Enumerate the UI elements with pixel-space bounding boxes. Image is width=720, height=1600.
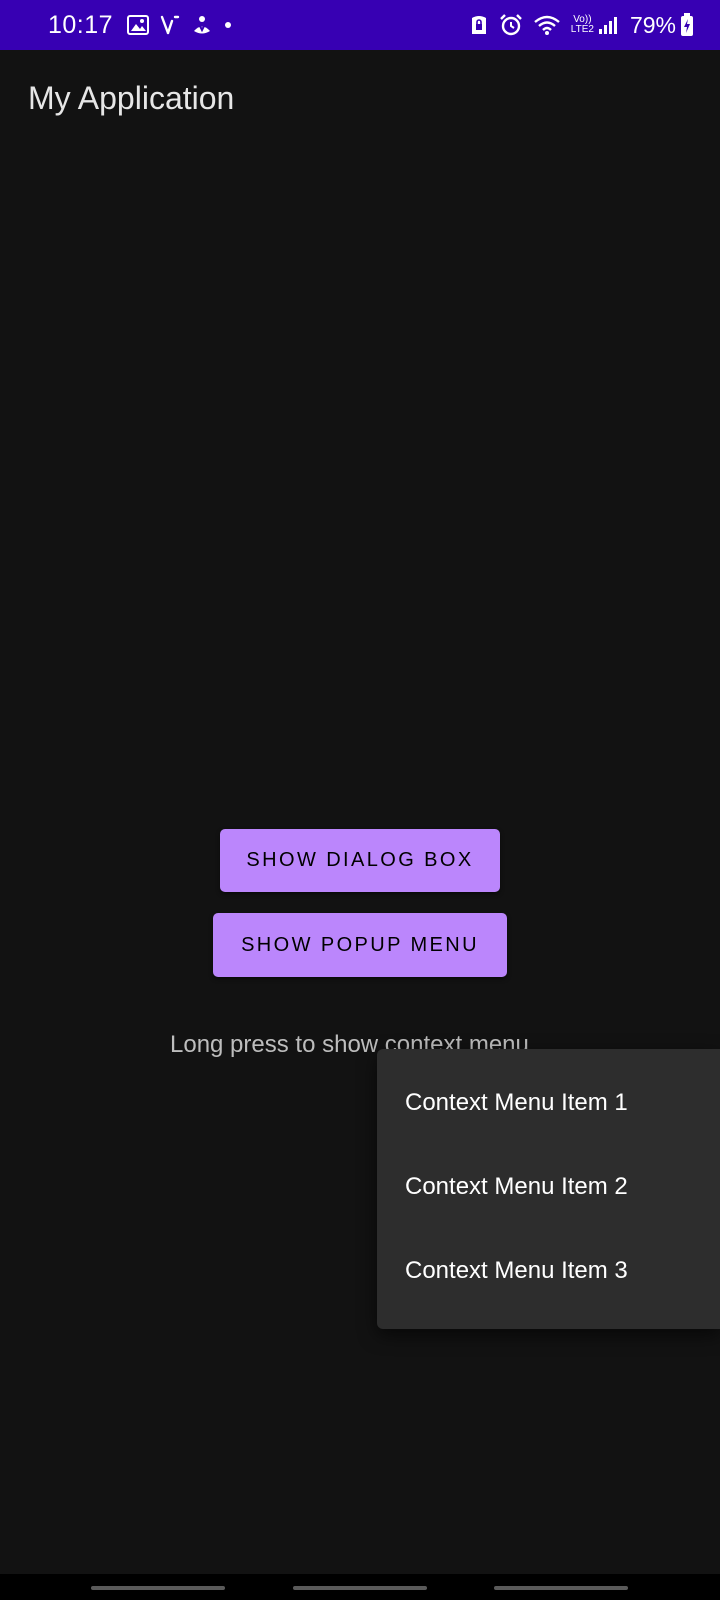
nav-gesture-left[interactable] — [91, 1586, 225, 1590]
context-menu-item-1[interactable]: Context Menu Item 1 — [377, 1061, 720, 1145]
show-dialog-button[interactable]: SHOW DIALOG BOX — [220, 829, 500, 892]
app-bar: My Application — [0, 50, 720, 150]
show-popup-menu-button[interactable]: SHOW POPUP MENU — [213, 913, 507, 977]
signal-path-icon — [159, 14, 181, 36]
volte-icon: Vo)) LTE2 — [571, 15, 594, 35]
context-menu-item-2[interactable]: Context Menu Item 2 — [377, 1145, 720, 1229]
status-bar-right: Vo)) LTE2 79% — [469, 12, 694, 39]
cell-signal-icon — [598, 15, 618, 35]
dot-icon — [223, 20, 233, 30]
wifi-icon — [533, 14, 561, 36]
navigation-bar — [0, 1574, 720, 1600]
status-bar: 10:17 Vo)) LTE2 79% — [0, 0, 720, 50]
app-notification-icon — [191, 14, 213, 36]
context-menu-item-3[interactable]: Context Menu Item 3 — [377, 1229, 720, 1313]
battery-charging-icon — [680, 13, 694, 37]
context-menu: Context Menu Item 1 Context Menu Item 2 … — [377, 1049, 720, 1329]
app-title: My Application — [28, 80, 235, 116]
nav-gesture-home[interactable] — [293, 1586, 427, 1590]
app-screen: 10:17 Vo)) LTE2 79% My Application SHOW … — [0, 0, 720, 1600]
image-icon — [127, 15, 150, 35]
status-time: 10:17 — [48, 10, 114, 39]
alarm-icon — [499, 13, 523, 37]
battery-percent: 79% — [629, 11, 676, 38]
nav-gesture-right[interactable] — [494, 1586, 628, 1590]
vpn-lock-icon — [469, 14, 489, 36]
status-bar-left: 10:17 — [48, 11, 243, 40]
volte-label-bottom: LTE2 — [570, 24, 594, 35]
